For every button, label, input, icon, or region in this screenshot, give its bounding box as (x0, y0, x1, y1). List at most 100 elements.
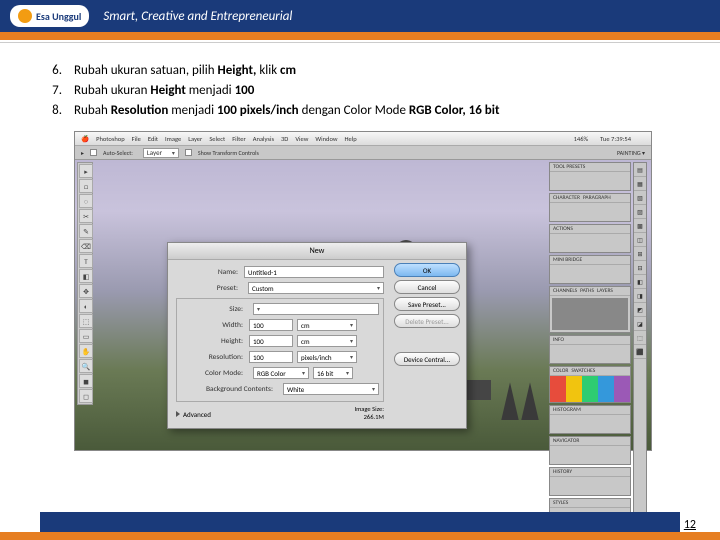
tool-icon[interactable]: ▸ (79, 164, 93, 178)
tool-icon[interactable]: ◌ (79, 194, 93, 208)
tool-icon[interactable]: ◼ (79, 374, 93, 388)
footer-orange-bar (0, 532, 720, 540)
options-bar[interactable]: ▸ Auto-Select: Layer Show Transform Cont… (75, 146, 651, 160)
panel-icon[interactable]: ⊟ (634, 261, 646, 275)
device-central-button[interactable]: Device Central... (394, 352, 460, 366)
tool-icon[interactable]: ◧ (79, 269, 93, 283)
clock: Tue 7:39:54 (600, 135, 631, 143)
panel[interactable]: TOOL PRESETS (549, 162, 631, 191)
colormode-dropdown[interactable]: RGB Color (253, 367, 309, 379)
width-unit-dropdown[interactable]: cm (297, 319, 357, 331)
colormode-label: Color Mode: (181, 369, 243, 378)
resolution-input[interactable]: 100 (249, 351, 293, 363)
tagline: Smart, Creative and Entrepreneurial (103, 9, 292, 24)
panel-icon[interactable]: ⬚ (634, 331, 646, 345)
menu-item[interactable]: Photoshop (96, 135, 125, 143)
menu-item[interactable]: View (295, 135, 308, 143)
tool-icon[interactable]: ⌫ (79, 239, 93, 253)
panel-icon[interactable]: ◨ (634, 289, 646, 303)
layer-thumb[interactable] (552, 298, 628, 330)
tool-icon[interactable]: ✥ (79, 284, 93, 298)
tool-icon[interactable]: □ (79, 179, 93, 193)
preset-label: Preset: (176, 284, 238, 293)
mac-menubar[interactable]: 🍎 Photoshop File Edit Image Layer Select… (75, 132, 651, 146)
menu-item[interactable]: Layer (188, 135, 202, 143)
panel[interactable]: CHANNELSPATHSLAYERS (549, 286, 631, 333)
tool-icon[interactable]: ◐ (79, 299, 93, 313)
panel-icon[interactable]: ◧ (634, 275, 646, 289)
name-label: Name: (176, 268, 238, 277)
workspace-switcher[interactable]: PAINTING ▾ (617, 149, 645, 157)
panel-icon[interactable]: ▤ (634, 163, 646, 177)
resolution-unit-dropdown[interactable]: pixels/inch (297, 351, 357, 363)
logo-text: Esa Unggul (36, 10, 81, 23)
menubar-right: 146% Tue 7:39:54 (574, 135, 638, 143)
panel[interactable]: INFO (549, 335, 631, 364)
battery-pct: 146% (574, 135, 589, 143)
panel-icon[interactable]: ⊞ (634, 247, 646, 261)
advanced-disclosure[interactable]: Advanced (176, 410, 211, 419)
bitdepth-dropdown[interactable]: 16 bit (313, 367, 353, 379)
dialog-buttons: OK Cancel Save Preset... Delete Preset..… (394, 263, 460, 366)
menu-item[interactable]: Image (165, 135, 181, 143)
menu-item[interactable]: Select (209, 135, 225, 143)
tool-icon[interactable]: ⬚ (79, 314, 93, 328)
transform-label: Show Transform Controls (198, 149, 259, 157)
panel[interactable]: ACTIONS (549, 224, 631, 253)
panel-color[interactable]: COLORSWATCHES (549, 366, 631, 403)
tool-icon[interactable]: ◻ (79, 389, 93, 403)
image-size-readout: Image Size: 266.1M (354, 406, 384, 422)
menu-item[interactable]: Help (345, 135, 357, 143)
menu-item[interactable]: File (132, 135, 141, 143)
header-accent-bar (0, 32, 720, 40)
height-unit-dropdown[interactable]: cm (297, 335, 357, 347)
panel-icon[interactable]: ◫ (634, 233, 646, 247)
panel-icon[interactable]: ▩ (634, 219, 646, 233)
name-input[interactable]: Untitled-1 (244, 266, 384, 278)
height-input[interactable]: 100 (249, 335, 293, 347)
tool-icon[interactable]: ▭ (79, 329, 93, 343)
right-panels: TOOL PRESETS CHARACTERPARAGRAPH ACTIONS … (549, 162, 649, 527)
menu-item[interactable]: Edit (148, 135, 158, 143)
dialog-title: New (168, 243, 466, 260)
tool-icon[interactable]: ✂ (79, 209, 93, 223)
slide-header: Esa Unggul Smart, Creative and Entrepren… (0, 0, 720, 32)
preset-dropdown[interactable]: Custom (248, 282, 384, 294)
tool-icon[interactable]: ✎ (79, 224, 93, 238)
panel[interactable]: MINI BRIDGE (549, 255, 631, 284)
cancel-button[interactable]: Cancel (394, 280, 460, 294)
stupa-small (519, 382, 541, 420)
panel-icon[interactable]: ⬛ (634, 345, 646, 359)
panel-icon[interactable]: ◪ (634, 317, 646, 331)
tool-icon[interactable]: T (79, 254, 93, 268)
auto-select-dropdown[interactable]: Layer (143, 148, 179, 158)
panel-icon[interactable]: ▦ (634, 177, 646, 191)
width-input[interactable]: 100 (249, 319, 293, 331)
panel-icon[interactable]: ◩ (634, 303, 646, 317)
tool-icon[interactable]: ✋ (79, 344, 93, 358)
size-label: Size: (181, 305, 243, 314)
panel-icon[interactable]: ▧ (634, 191, 646, 205)
panel[interactable]: NAVIGATOR (549, 436, 631, 465)
instruction-item: 6. Rubah ukuran satuan, pilih Height, kl… (40, 61, 680, 81)
panel[interactable]: HISTOGRAM (549, 405, 631, 434)
tool-icon[interactable]: 🔍 (79, 359, 93, 373)
slide-footer (0, 512, 720, 540)
auto-select-check[interactable] (90, 149, 97, 156)
panel[interactable]: CHARACTERPARAGRAPH (549, 193, 631, 222)
instruction-item: 7. Rubah ukuran Height menjadi 100 (40, 81, 680, 101)
menu-item[interactable]: Analysis (253, 135, 274, 143)
menu-item[interactable]: Window (315, 135, 337, 143)
menu-item[interactable]: Filter (232, 135, 246, 143)
save-preset-button[interactable]: Save Preset... (394, 297, 460, 311)
bgcontents-dropdown[interactable]: White (283, 383, 379, 395)
panel-icon[interactable]: ▨ (634, 205, 646, 219)
panel[interactable]: HISTORY (549, 467, 631, 496)
menu-item[interactable]: 3D (281, 135, 288, 143)
resolution-label: Resolution: (181, 353, 243, 362)
apple-icon[interactable]: 🍎 (81, 135, 89, 143)
transform-check[interactable] (185, 149, 192, 156)
ok-button[interactable]: OK (394, 263, 460, 277)
height-label: Height: (181, 337, 243, 346)
size-dropdown (253, 303, 379, 315)
